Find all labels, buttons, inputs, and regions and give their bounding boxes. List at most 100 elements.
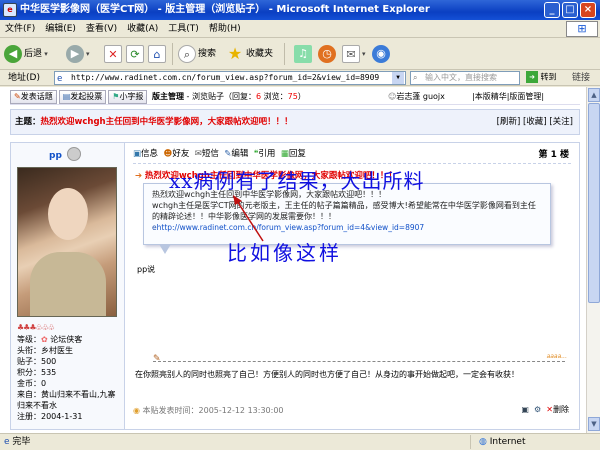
forward-arrow-icon: ▶ bbox=[66, 44, 84, 63]
edit-button[interactable]: ✎编辑 bbox=[224, 149, 248, 159]
clock-icon: ◉ bbox=[133, 406, 140, 415]
address-bar: 地址(D) e http://www.radinet.com.cn/forum_… bbox=[0, 70, 600, 86]
scroll-up-icon[interactable]: ▲ bbox=[588, 88, 600, 102]
menu-view[interactable]: 查看(V) bbox=[81, 20, 122, 38]
new-poll-button[interactable]: ▤发起投票 bbox=[58, 89, 107, 104]
mail-button[interactable]: ✉ ▾ bbox=[342, 43, 366, 65]
user-panel: pp ♣♣♣♧♧♧ 等级：✿ 论坛侠客 头衔：乡村医生 贴子：500 积分：53… bbox=[11, 143, 125, 429]
favorites-button[interactable]: ★ 收藏夹 bbox=[226, 43, 273, 65]
page-icon: e bbox=[57, 74, 63, 84]
follow-link[interactable]: 关注 bbox=[553, 117, 570, 127]
reply-icon: ▦ bbox=[280, 149, 289, 159]
status-text: 完毕 bbox=[12, 437, 31, 447]
menu-bar: 文件(F) 编辑(E) 查看(V) 收藏(A) 工具(T) 帮助(H) bbox=[0, 20, 600, 38]
menu-tools[interactable]: 工具(T) bbox=[163, 20, 204, 38]
search-box[interactable]: ⌕ 输入中文，直接搜索 bbox=[410, 71, 520, 85]
menu-favorites[interactable]: 收藏(A) bbox=[122, 20, 163, 38]
menu-file[interactable]: 文件(F) bbox=[0, 20, 40, 38]
scroll-down-icon[interactable]: ▼ bbox=[588, 417, 600, 431]
new-topic-button[interactable]: ✎发表话题 bbox=[10, 89, 57, 104]
post-floor: 第 1 楼 bbox=[538, 150, 569, 160]
toolbar-separator bbox=[172, 43, 173, 65]
back-button[interactable]: ◀ 后退 ▾ bbox=[4, 43, 48, 65]
stop-button[interactable]: ✕ bbox=[104, 43, 124, 65]
ie-app-icon: e bbox=[3, 3, 17, 17]
messenger-icon: ◉ bbox=[372, 44, 390, 63]
essence-link[interactable]: 本版精华 bbox=[475, 92, 507, 101]
quote-line-2: wchgh主任是医学CT网的元老版主，王主任的帖子篇篇精品，感受博大!希望能常在… bbox=[152, 201, 536, 221]
post-divider bbox=[133, 163, 571, 164]
delete-x-icon: ✕ bbox=[546, 405, 553, 414]
menu-help[interactable]: 帮助(H) bbox=[204, 20, 246, 38]
refresh-button[interactable]: ⟳ bbox=[126, 43, 146, 65]
post-admin-actions: ▣ ⚙ ✕删除 bbox=[521, 404, 569, 415]
notice-button[interactable]: ⚑小字报 bbox=[108, 89, 148, 104]
friend-button[interactable]: ☻好友 bbox=[163, 149, 189, 159]
message-button[interactable]: ✉短信 bbox=[195, 149, 219, 159]
topic-actions: [刷新] [收藏] [关注] bbox=[496, 117, 573, 127]
level-icon: ✿ bbox=[41, 335, 48, 344]
moderator-info: ☺岩志蓬 guojx bbox=[388, 92, 445, 101]
mail-icon: ✉ bbox=[342, 44, 360, 63]
bookmark-link[interactable]: 收藏 bbox=[526, 117, 543, 127]
signature-divider bbox=[153, 361, 565, 362]
search-icon: ⌕ bbox=[178, 44, 196, 63]
info-icon: ▣ bbox=[133, 149, 142, 159]
scroll-thumb[interactable] bbox=[588, 103, 600, 303]
window-title: 中华医学影像网（医学CT网） - 版主管理（浏览贴子） - Microsoft … bbox=[20, 4, 430, 15]
ip-icon[interactable]: ▣ bbox=[521, 405, 529, 414]
view-count: 75 bbox=[287, 92, 298, 101]
reply-button[interactable]: ▦回复 bbox=[281, 149, 306, 159]
close-button[interactable]: × bbox=[580, 2, 596, 18]
topic-header: 主题：热烈欢迎wchgh主任回到中华医学影像网，大家跟帖欢迎吧！！！ [刷新] … bbox=[10, 109, 580, 135]
links-label[interactable]: 链接 bbox=[572, 70, 590, 86]
annotation-arrow bbox=[233, 195, 264, 242]
toolbar-separator bbox=[284, 43, 285, 65]
online-status-icon bbox=[67, 147, 81, 161]
forum-name[interactable]: 版主管理 bbox=[152, 92, 184, 101]
signature-pen-icon: ✎ bbox=[153, 354, 161, 364]
post-content: ▣信息 ☻好友 ✉短信 ✎编辑 ❝引用 ▦回复 第 1 楼 ➔ 热烈欢迎wchg… bbox=[129, 143, 577, 429]
search-button[interactable]: ⌕ 搜索 bbox=[178, 43, 216, 65]
board-admin-link[interactable]: 版面管理 bbox=[509, 92, 541, 101]
arrow-right-icon: ➔ bbox=[135, 171, 143, 181]
minimize-button[interactable]: _ bbox=[544, 2, 560, 18]
forward-button[interactable]: ▶ ▾ bbox=[66, 43, 90, 65]
go-arrow-icon: ➜ bbox=[526, 71, 538, 83]
topic-title[interactable]: 热烈欢迎wchgh主任回到中华医学影像网，大家跟帖欢迎吧！！！ bbox=[41, 117, 293, 127]
manage-icon[interactable]: ⚙ bbox=[534, 405, 541, 414]
media-icon: ♫ bbox=[294, 44, 312, 63]
forum-links: |本版精华|版面管理| bbox=[472, 92, 545, 101]
friend-icon: ☻ bbox=[163, 149, 173, 159]
globe-icon: ◍ bbox=[479, 437, 487, 447]
refresh-link[interactable]: 刷新 bbox=[500, 117, 517, 127]
delete-button[interactable]: ✕删除 bbox=[546, 405, 569, 414]
back-arrow-icon: ◀ bbox=[4, 44, 22, 63]
quote-link[interactable]: http://www.radinet.com.cn/forum_view.asp… bbox=[157, 223, 425, 232]
address-label: 地址(D) bbox=[8, 73, 40, 83]
messenger-button[interactable]: ◉ bbox=[372, 43, 392, 65]
address-dropdown-icon[interactable]: ▼ bbox=[392, 72, 404, 84]
quote-button[interactable]: ❝引用 bbox=[254, 149, 276, 159]
menu-edit[interactable]: 编辑(E) bbox=[40, 20, 81, 38]
pen-icon: ✎ bbox=[14, 91, 21, 101]
topic-label: 主题： bbox=[15, 117, 41, 127]
user-avatar bbox=[17, 167, 117, 317]
history-button[interactable]: ◷ bbox=[318, 43, 338, 65]
search-magnifier-icon: ⌕ bbox=[413, 73, 418, 82]
avatar-shoulders bbox=[30, 252, 106, 316]
user-name[interactable]: pp bbox=[49, 151, 62, 161]
go-button[interactable]: ➜ 转到 bbox=[526, 71, 557, 85]
home-button[interactable]: ⌂ bbox=[148, 43, 168, 65]
site-watermark: aaaa... bbox=[546, 353, 567, 360]
vertical-scrollbar[interactable]: ▲ ▼ bbox=[586, 87, 600, 433]
status-bar: e 完毕 ◍ Internet bbox=[0, 433, 600, 450]
info-button[interactable]: ▣信息 bbox=[133, 149, 158, 159]
media-button[interactable]: ♫ bbox=[294, 43, 314, 65]
post-action-bar: ▣信息 ☻好友 ✉短信 ✎编辑 ❝引用 ▦回复 bbox=[133, 147, 306, 161]
envelope-icon: ✉ bbox=[194, 149, 202, 159]
maximize-button[interactable]: □ bbox=[562, 2, 578, 18]
window-titlebar: e 中华医学影像网（医学CT网） - 版主管理（浏览贴子） - Microsof… bbox=[0, 0, 600, 20]
address-input[interactable]: e http://www.radinet.com.cn/forum_view.a… bbox=[54, 71, 406, 85]
quote-link-row: ehttp://www.radinet.com.cn/forum_view.as… bbox=[152, 222, 542, 233]
